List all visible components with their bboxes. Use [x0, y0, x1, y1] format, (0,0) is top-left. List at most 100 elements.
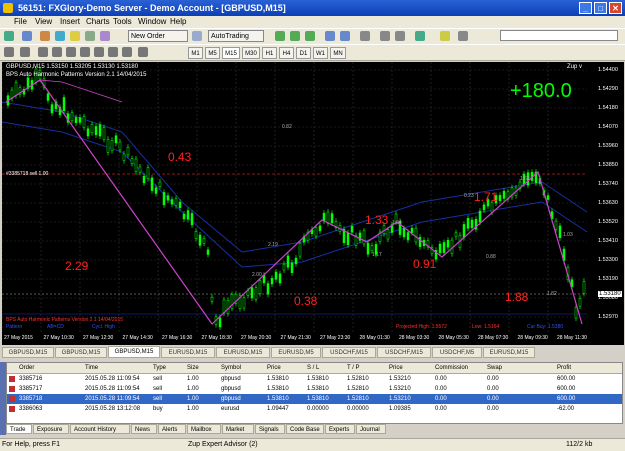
text-icon[interactable] [108, 47, 118, 57]
profiles-icon[interactable] [22, 31, 32, 41]
timeframe-m30[interactable]: M30 [242, 47, 260, 59]
terminal-tab[interactable]: Code Base [286, 424, 324, 434]
menu-insert[interactable]: Insert [60, 17, 80, 26]
terminal-icon[interactable] [85, 31, 95, 41]
candle-body [454, 232, 458, 238]
column-header[interactable]: Commission [435, 363, 468, 373]
close-button[interactable]: ✕ [609, 2, 622, 14]
column-header[interactable]: T / P [347, 363, 360, 373]
trendline-icon[interactable] [66, 47, 76, 57]
crosshair-icon[interactable] [20, 47, 30, 57]
terminal-tab[interactable]: Mailbox [187, 424, 221, 434]
terminal-tab[interactable]: Experts [325, 424, 355, 434]
chart-tab[interactable]: EURUSD,M15 [161, 347, 215, 358]
minimize-button[interactable]: _ [579, 2, 592, 14]
chart-tab[interactable]: EURUSD,M15 [216, 347, 270, 358]
templates-icon[interactable] [458, 31, 468, 41]
price-axis-label: 1.53960 [598, 143, 618, 149]
navigator-icon[interactable] [70, 31, 80, 41]
table-row[interactable]: 3385718 2015.05.28 11:09:54 sell 1.00 gbpusd… [7, 394, 622, 404]
data-window-icon[interactable] [55, 31, 65, 41]
timeframe-m15[interactable]: M15 [222, 47, 240, 59]
chart-tab[interactable]: GBPUSD,M15 [55, 347, 107, 358]
candle-body [290, 262, 294, 273]
candle-body [546, 195, 550, 200]
candlesticks-icon[interactable] [290, 31, 300, 41]
price-chart[interactable]: GBPUSD,M15 1.53150 1.53205 1.53130 1.531… [2, 62, 624, 345]
horizontal-line-icon[interactable] [52, 47, 62, 57]
market-watch-icon[interactable] [40, 31, 50, 41]
candle-body [14, 82, 18, 96]
zoom-out-icon[interactable] [340, 31, 350, 41]
chart-tab[interactable]: GBPUSD,M15 [2, 347, 54, 358]
equidistant-channel-icon[interactable] [80, 47, 90, 57]
metaeditor-icon[interactable] [192, 31, 202, 41]
chart-tab[interactable]: USDCHF,M5 [432, 347, 482, 358]
bar-chart-icon[interactable] [275, 31, 285, 41]
chart-tab[interactable]: GBPUSD,M15 [108, 346, 160, 358]
new-chart-icon[interactable] [4, 31, 14, 41]
column-header[interactable]: Order [19, 363, 34, 373]
timeframe-h1[interactable]: H1 [262, 47, 277, 59]
terminal-tab[interactable]: Exposure [33, 424, 69, 434]
chart-tab[interactable]: USDCHF,M15 [377, 347, 431, 358]
menu-tools[interactable]: Tools [113, 17, 132, 26]
column-header[interactable]: Type [153, 363, 166, 373]
column-header[interactable]: Price [267, 363, 281, 373]
terminal-tab[interactable]: Signals [255, 424, 285, 434]
table-row[interactable]: 3385717 2015.05.28 11:09:54 sell 1.00 gbpusd… [7, 384, 622, 394]
menu-help[interactable]: Help [170, 17, 186, 26]
menu-charts[interactable]: Charts [86, 17, 110, 26]
menu-file[interactable]: File [14, 17, 27, 26]
candle-body [414, 227, 418, 243]
time-axis-label: 28 May 07:30 [478, 335, 509, 341]
maximize-button[interactable]: □ [594, 2, 607, 14]
menu-view[interactable]: View [35, 17, 52, 26]
auto-scroll-icon[interactable] [380, 31, 390, 41]
terminal-tab[interactable]: Account History [70, 424, 130, 434]
terminal-tab[interactable]: Trade [6, 424, 32, 434]
line-chart-icon[interactable] [305, 31, 315, 41]
candle-body [182, 213, 186, 220]
timeframe-d1[interactable]: D1 [296, 47, 311, 59]
timeframe-w1[interactable]: W1 [313, 47, 328, 59]
column-header[interactable]: S / L [307, 363, 319, 373]
vertical-line-icon[interactable] [38, 47, 48, 57]
tester-icon[interactable] [100, 31, 110, 41]
chart-tab[interactable]: USDCHF,M15 [322, 347, 376, 358]
new-order-button[interactable]: New Order [128, 30, 188, 42]
terminal-tab[interactable]: Alerts [158, 424, 186, 434]
column-header[interactable]: Symbol [221, 363, 241, 373]
column-header[interactable]: Swap [487, 363, 502, 373]
periods-icon[interactable] [440, 31, 450, 41]
zoom-in-icon[interactable] [325, 31, 335, 41]
column-header[interactable]: Price [389, 363, 403, 373]
column-header[interactable]: Size [187, 363, 199, 373]
indicators-icon[interactable] [415, 31, 425, 41]
candle-body [210, 296, 214, 302]
column-header[interactable]: Profit [557, 363, 571, 373]
search-input[interactable] [500, 30, 618, 41]
terminal-tab[interactable]: Market [222, 424, 254, 434]
arrows-icon[interactable] [138, 47, 148, 57]
chart-tab[interactable]: EURUSD,M5 [271, 347, 321, 358]
chart-tab[interactable]: EURUSD,M15 [483, 347, 535, 358]
terminal-tab[interactable]: Journal [356, 424, 386, 434]
cursor-icon[interactable] [4, 47, 14, 57]
menu-window[interactable]: Window [138, 17, 166, 26]
text-label-icon[interactable] [122, 47, 132, 57]
terminal-tab[interactable]: News [131, 424, 157, 434]
timeframe-m5[interactable]: M5 [205, 47, 220, 59]
timeframe-mn[interactable]: MN [330, 47, 346, 59]
timeframe-h4[interactable]: H4 [279, 47, 294, 59]
autotrading-button[interactable]: AutoTrading [208, 30, 264, 42]
table-cell: sell [153, 376, 163, 382]
candle-body [86, 128, 90, 137]
table-row[interactable]: 3385716 2015.05.28 11:09:54 sell 1.00 gbpusd… [7, 374, 622, 384]
fibonacci-icon[interactable] [94, 47, 104, 57]
table-row[interactable]: 3386063 2015.05.28 13:12:08 buy 1.00 eurusd 1… [7, 404, 622, 414]
column-header[interactable]: Time [85, 363, 98, 373]
timeframe-m1[interactable]: M1 [188, 47, 203, 59]
chart-shift-icon[interactable] [395, 31, 405, 41]
tile-windows-icon[interactable] [360, 31, 370, 41]
